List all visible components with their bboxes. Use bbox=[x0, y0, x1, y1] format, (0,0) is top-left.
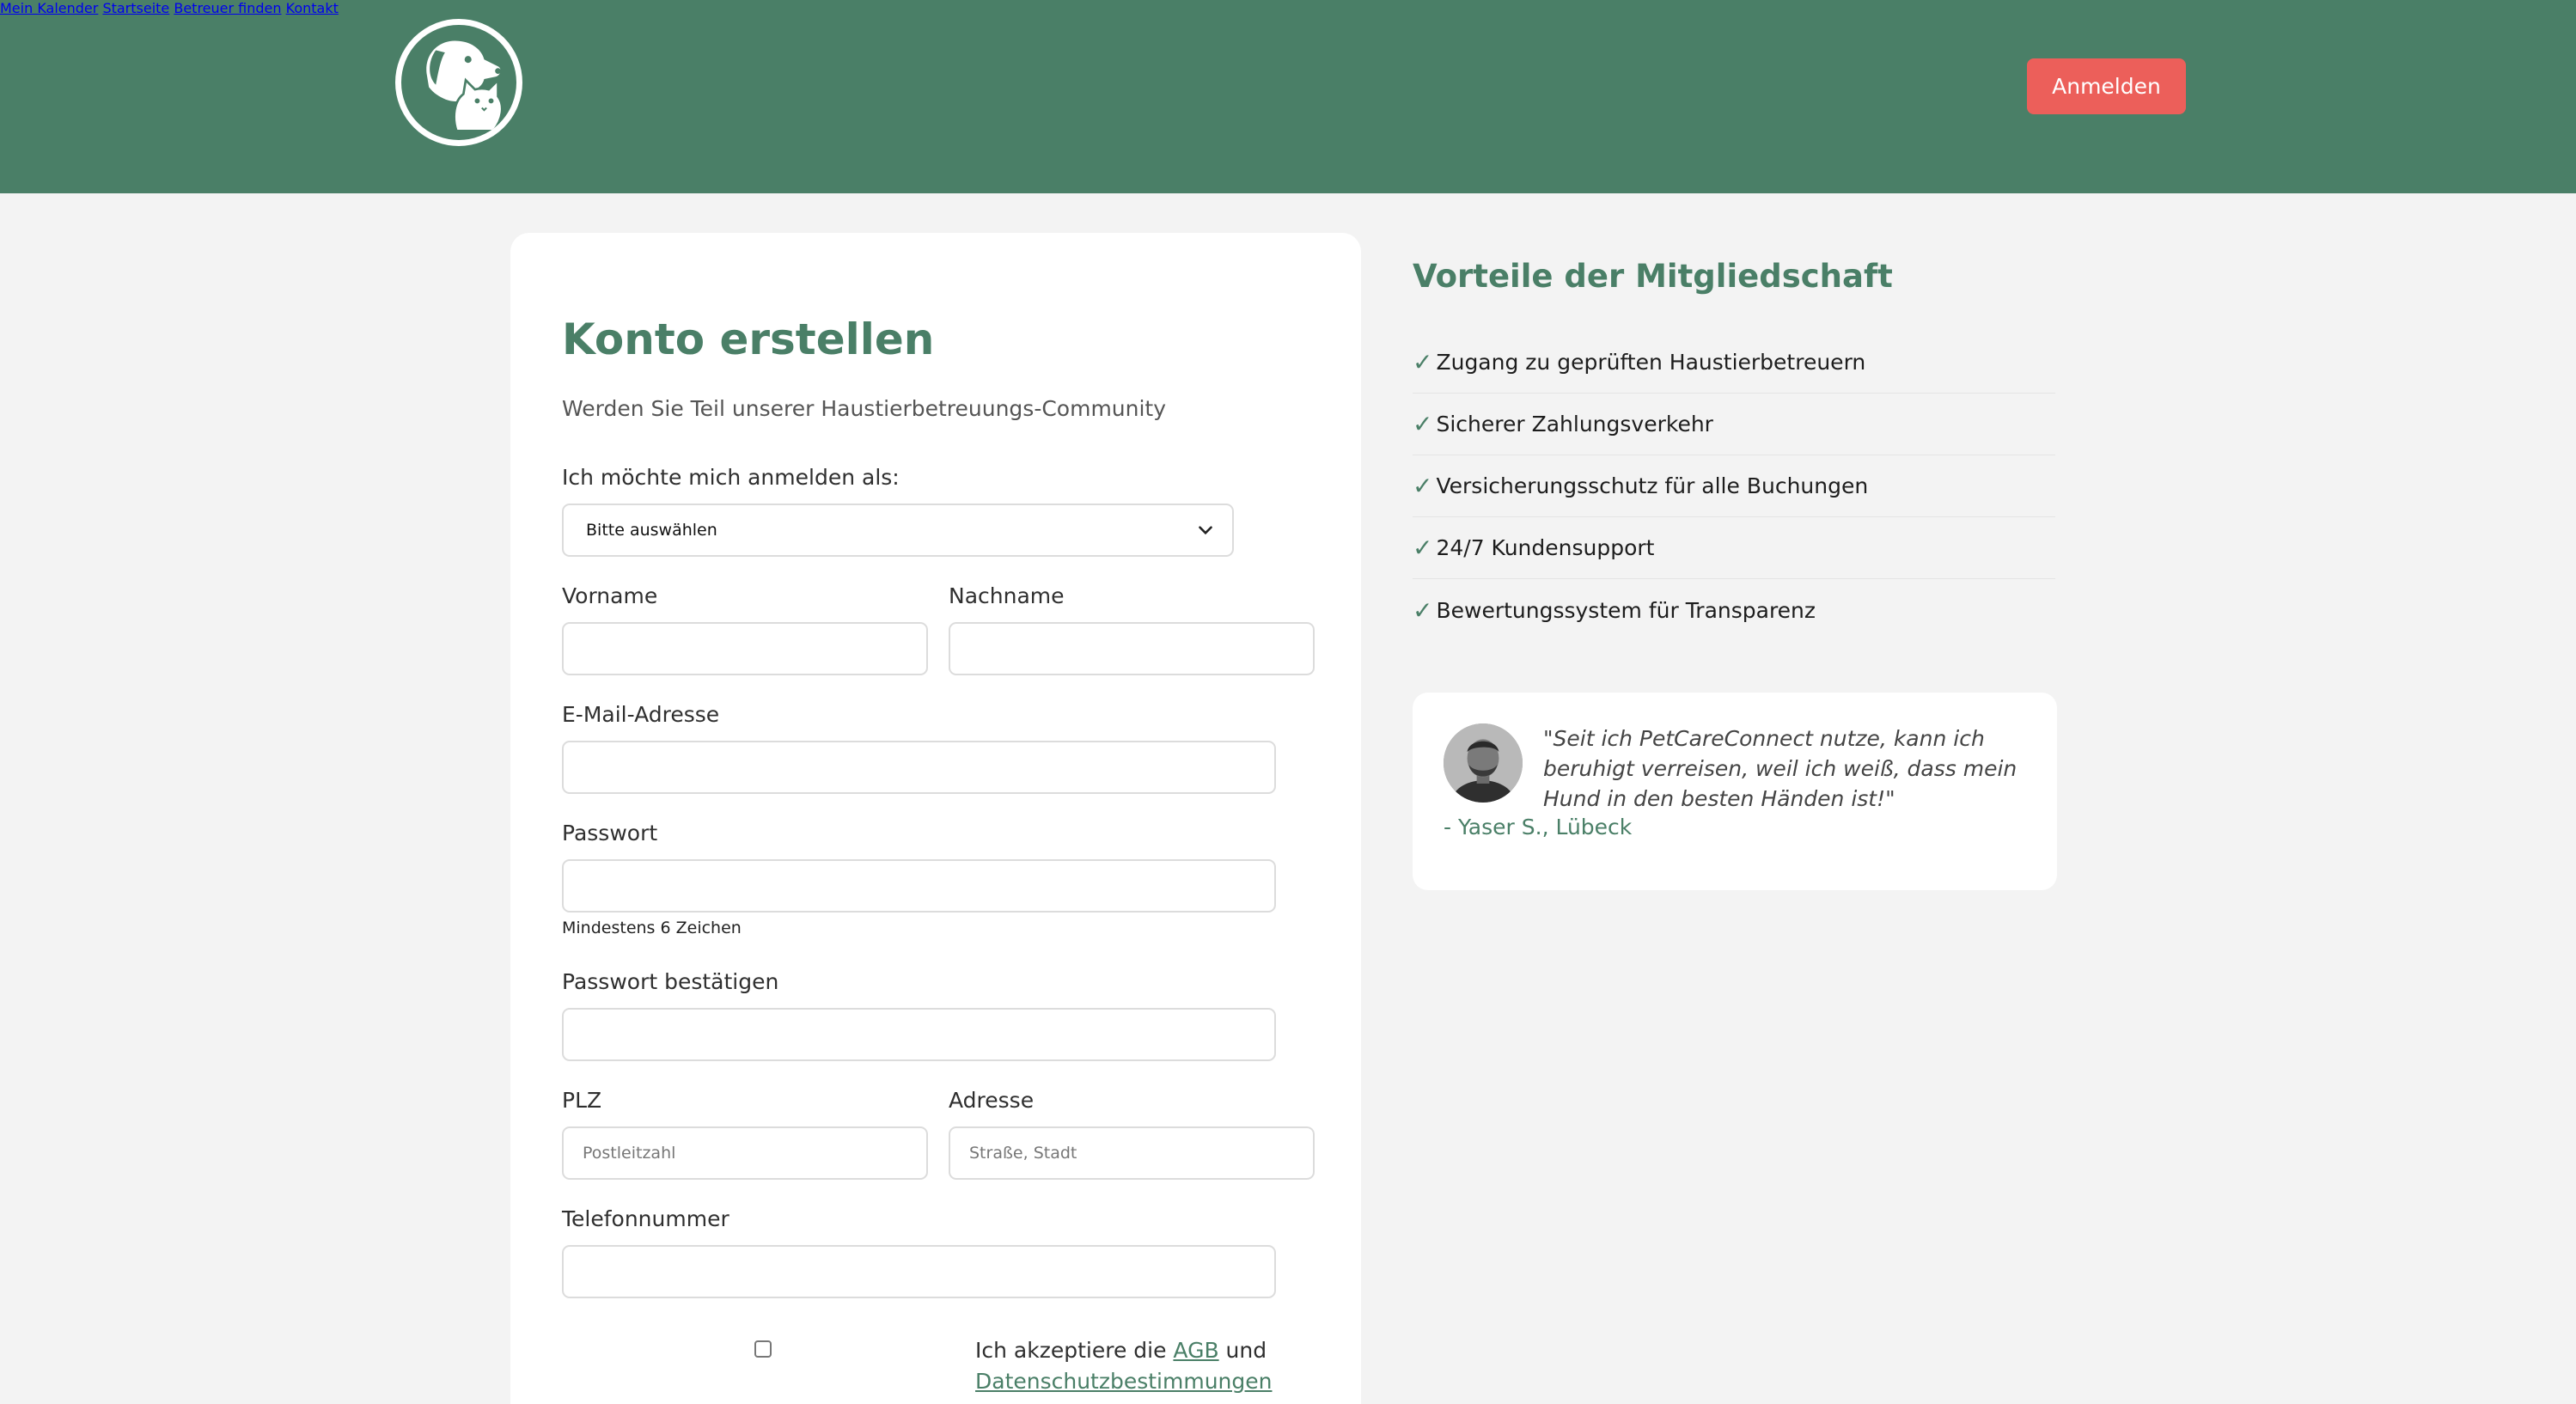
benefits-title: Vorteile der Mitgliedschaft bbox=[1413, 258, 1893, 295]
privacy-link[interactable]: Datenschutzbestimmungen bbox=[975, 1369, 1273, 1394]
nav-link-find-sitter[interactable]: Betreuer finden bbox=[174, 0, 281, 16]
zip-label: PLZ bbox=[562, 1088, 602, 1113]
check-icon: ✓ bbox=[1413, 472, 1433, 500]
benefit-text: 24/7 Kundensupport bbox=[1436, 535, 1655, 560]
main-nav: Mein Kalender Startseite Betreuer finden… bbox=[0, 0, 2576, 16]
address-input[interactable] bbox=[949, 1126, 1315, 1180]
check-icon: ✓ bbox=[1413, 595, 1433, 625]
benefit-text: Versicherungsschutz für alle Buchungen bbox=[1436, 473, 1869, 498]
role-select[interactable]: Bitte auswählen bbox=[562, 504, 1234, 557]
nav-link-home[interactable]: Startseite bbox=[102, 0, 169, 16]
lastname-label: Nachname bbox=[949, 583, 1065, 608]
terms-text: Ich akzeptiere die AGB und Datenschutzbe… bbox=[975, 1335, 1273, 1397]
check-icon: ✓ bbox=[1413, 410, 1433, 438]
benefit-item: ✓ Sicherer Zahlungsverkehr bbox=[1413, 394, 2055, 455]
benefit-item: ✓ 24/7 Kundensupport bbox=[1413, 517, 2055, 579]
site-header: Mein Kalender Startseite Betreuer finden… bbox=[0, 0, 2576, 193]
email-input[interactable] bbox=[562, 741, 1276, 794]
email-label: E-Mail-Adresse bbox=[562, 702, 720, 727]
role-label: Ich möchte mich anmelden als: bbox=[562, 465, 900, 490]
nav-link-contact[interactable]: Kontakt bbox=[286, 0, 339, 16]
phone-label: Telefonnummer bbox=[562, 1206, 729, 1231]
phone-input[interactable] bbox=[562, 1245, 1276, 1298]
avatar bbox=[1444, 723, 1523, 803]
benefit-text: Zugang zu geprüften Haustierbetreuern bbox=[1436, 350, 1866, 375]
agb-link[interactable]: AGB bbox=[1173, 1338, 1218, 1363]
benefit-item: ✓ Zugang zu geprüften Haustierbetreuern bbox=[1413, 332, 2055, 394]
benefit-text: Sicherer Zahlungsverkehr bbox=[1436, 412, 1713, 436]
lastname-input[interactable] bbox=[949, 622, 1315, 675]
firstname-label: Vorname bbox=[562, 583, 658, 608]
terms-checkbox[interactable] bbox=[754, 1340, 772, 1358]
nav-link-calendar[interactable]: Mein Kalender bbox=[0, 0, 98, 16]
role-select-value: Bitte auswählen bbox=[586, 521, 717, 540]
signup-card: Konto erstellen Werden Sie Teil unserer … bbox=[510, 233, 1361, 1404]
terms-prefix: Ich akzeptiere die bbox=[975, 1338, 1174, 1363]
form-subtitle: Werden Sie Teil unserer Haustierbetreuun… bbox=[562, 396, 1167, 421]
chevron-down-icon bbox=[1199, 526, 1212, 535]
password-confirm-label: Passwort bestätigen bbox=[562, 969, 779, 994]
check-icon: ✓ bbox=[1413, 534, 1433, 562]
form-title: Konto erstellen bbox=[562, 314, 935, 364]
check-icon: ✓ bbox=[1413, 348, 1433, 376]
firstname-input[interactable] bbox=[562, 622, 928, 675]
password-label: Passwort bbox=[562, 821, 658, 845]
zip-input[interactable] bbox=[562, 1126, 928, 1180]
benefit-text: Bewertungssystem für Transparenz bbox=[1436, 597, 1816, 623]
address-label: Adresse bbox=[949, 1088, 1035, 1113]
password-input[interactable] bbox=[562, 859, 1276, 913]
login-button[interactable]: Anmelden bbox=[2027, 58, 2186, 114]
password-confirm-input[interactable] bbox=[562, 1008, 1276, 1061]
testimonial-card: "Seit ich PetCareConnect nutze, kann ich… bbox=[1413, 693, 2057, 890]
password-hint: Mindestens 6 Zeichen bbox=[562, 919, 742, 937]
testimonial-quote: "Seit ich PetCareConnect nutze, kann ich… bbox=[1543, 726, 2017, 811]
benefit-item: ✓ Bewertungssystem für Transparenz bbox=[1413, 579, 2055, 641]
terms-and: und bbox=[1218, 1338, 1267, 1363]
testimonial-author: - Yaser S., Lübeck bbox=[1444, 815, 1633, 839]
benefit-item: ✓ Versicherungsschutz für alle Buchungen bbox=[1413, 455, 2055, 517]
pet-logo-icon[interactable] bbox=[395, 19, 522, 146]
